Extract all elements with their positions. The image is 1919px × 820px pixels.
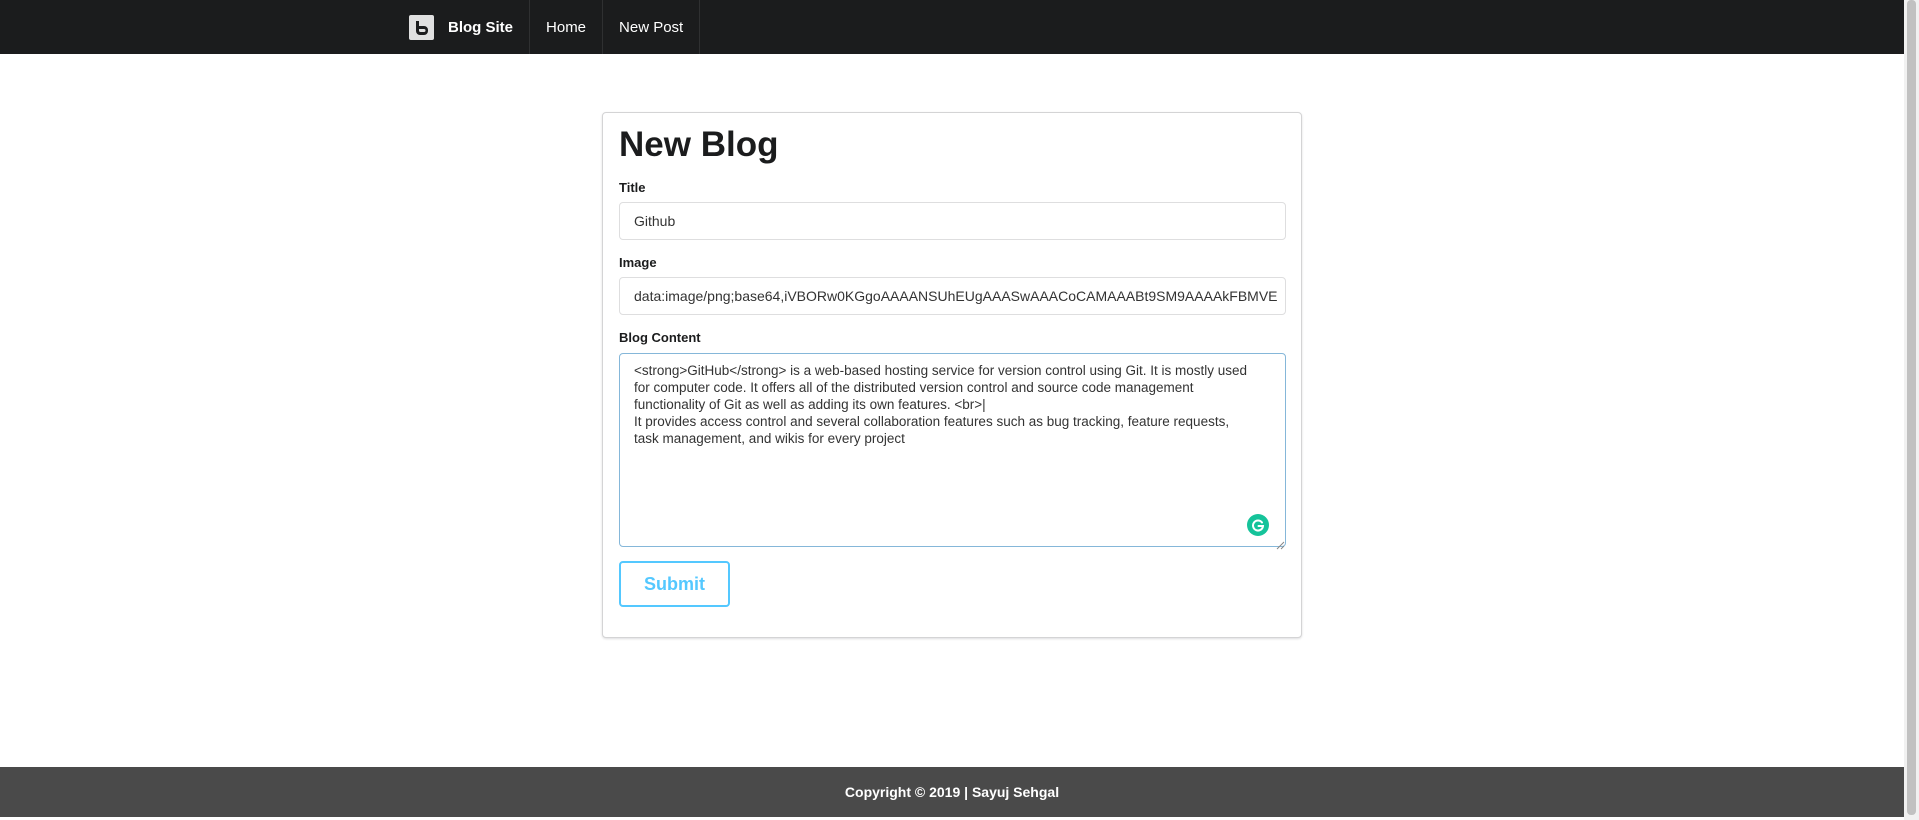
vertical-scrollbar[interactable] bbox=[1904, 0, 1919, 820]
top-navbar: Blog Site Home New Post bbox=[0, 0, 1904, 54]
title-label: Title bbox=[619, 180, 646, 195]
title-input[interactable]: Github bbox=[619, 202, 1286, 240]
grammarly-icon[interactable] bbox=[1247, 514, 1269, 536]
new-blog-form: New Blog Title Github Image data:image/p… bbox=[602, 112, 1302, 638]
blog-content-textarea[interactable]: <strong>GitHub</strong> is a web-based h… bbox=[619, 353, 1286, 547]
copyright-text: Copyright © 2019 | Sayuj Sehgal bbox=[844, 784, 1060, 800]
brand-link[interactable]: Blog Site bbox=[395, 0, 531, 54]
submit-button[interactable]: Submit bbox=[619, 561, 730, 607]
form-heading: New Blog bbox=[619, 125, 779, 164]
footer: Copyright © 2019 | Sayuj Sehgal bbox=[0, 767, 1904, 817]
nav-item-home[interactable]: Home bbox=[530, 0, 604, 54]
brand-label: Blog Site bbox=[448, 18, 514, 36]
content-label: Blog Content bbox=[619, 330, 701, 345]
image-label: Image bbox=[619, 255, 657, 270]
nav-item-label: New Post bbox=[619, 18, 684, 36]
nav-menu: Blog Site Home New Post bbox=[395, 0, 701, 54]
nav-item-label: Home bbox=[546, 18, 587, 36]
scrollbar-thumb[interactable] bbox=[1907, 0, 1916, 815]
page: Blog Site Home New Post New Blog Title G… bbox=[0, 0, 1904, 820]
resize-grip-icon[interactable] bbox=[1276, 537, 1285, 550]
nav-item-new-post[interactable]: New Post bbox=[603, 0, 701, 54]
blogger-logo-icon bbox=[409, 14, 434, 40]
image-input[interactable]: data:image/png;base64,iVBORw0KGgoAAAANSU… bbox=[619, 277, 1286, 315]
